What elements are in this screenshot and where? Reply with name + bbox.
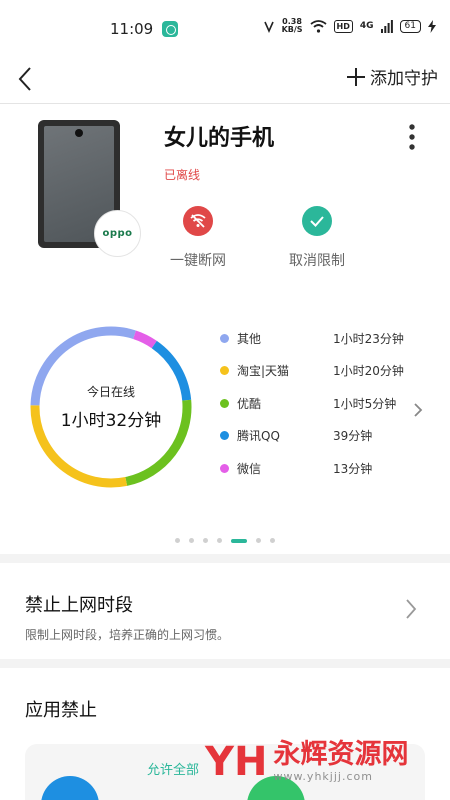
charging-icon — [428, 19, 436, 33]
phone-camera-notch — [75, 129, 83, 137]
disconnect-network-button[interactable]: 一键断网 — [153, 206, 243, 270]
block-time-title: 禁止上网时段 — [25, 595, 133, 616]
block-time-description: 限制上网时段，培养正确的上网习惯。 — [25, 628, 230, 642]
page-dot — [217, 538, 222, 543]
usage-legend: 其他 1小时23分钟淘宝|天猫 1小时20分钟优酷 1小时5分钟腾讯QQ 39分钟微信 1… — [220, 322, 420, 485]
legend-app-time: 1小时5分钟 — [333, 396, 397, 411]
today-online-label: 今日在线 — [86, 385, 135, 399]
watermark: YH 永辉资源网 www.yhkjjj.com — [205, 738, 409, 785]
legend-row: 优酷 1小时5分钟 — [220, 387, 420, 420]
legend-app-name: 优酷 — [237, 396, 262, 411]
back-arrow-icon[interactable] — [14, 64, 38, 94]
allow-all-button[interactable]: 允许全部 — [147, 759, 199, 778]
status-time: 11:09 — [110, 20, 154, 38]
page-dot — [189, 538, 194, 543]
device-status: 已离线 — [164, 168, 201, 182]
plus-icon — [347, 67, 365, 86]
disconnect-network-label: 一键断网 — [170, 253, 226, 269]
legend-dot — [220, 366, 229, 376]
legend-row: 腾讯QQ 39分钟 — [220, 420, 420, 453]
legend-app-time: 1小时20分钟 — [333, 364, 404, 379]
add-guard-label: 添加守护 — [370, 69, 438, 89]
legend-row: 微信 13分钟 — [220, 452, 420, 485]
network-speed-unit: KB/S — [281, 25, 303, 34]
network-type: 4G — [359, 21, 374, 31]
cancel-restriction-button[interactable]: 取消限制 — [272, 206, 362, 270]
device-card: oppo 女儿的手机 已离线 一键断网 取消限制 今日在线 1小时32分钟 其他… — [0, 104, 450, 554]
add-guard-button[interactable]: 添加守护 — [346, 64, 438, 89]
app-icon[interactable] — [41, 776, 99, 800]
brand-logo: oppo — [94, 210, 141, 257]
app-notification-icon — [162, 21, 178, 37]
legend-dot — [220, 333, 229, 343]
status-indicators: 0.38 KB/S HD 4G 61 — [263, 18, 436, 34]
watermark-text: 永辉资源网 — [273, 739, 409, 770]
brand-logo-text: oppo — [102, 228, 133, 239]
legend-app-name: 腾讯QQ — [237, 429, 280, 444]
page-dot — [175, 538, 180, 543]
usage-donut-chart: 今日在线 1小时32分钟 — [30, 326, 192, 488]
disconnect-icon-circle — [183, 206, 213, 236]
page-indicator — [0, 538, 450, 543]
legend-dot — [220, 463, 229, 473]
legend-row: 淘宝|天猫 1小时20分钟 — [220, 355, 420, 388]
wifi-icon — [309, 19, 327, 33]
network-speed: 0.38 KB/S — [282, 18, 303, 34]
watermark-logo: YH — [205, 738, 268, 785]
donut-center: 今日在线 1小时32分钟 — [30, 326, 192, 488]
watermark-url: www.yhkjjj.com — [273, 770, 373, 783]
page-dot — [231, 538, 247, 543]
wifi-off-icon — [183, 206, 213, 236]
block-time-section[interactable]: 禁止上网时段 限制上网时段，培养正确的上网习惯。 — [0, 563, 450, 659]
legend-app-time: 1小时23分钟 — [333, 331, 404, 346]
legend-dot — [220, 398, 229, 408]
cancel-restriction-label: 取消限制 — [289, 253, 345, 269]
page-dot — [270, 538, 275, 543]
cancel-icon-circle — [302, 206, 332, 236]
watermark-text-block: 永辉资源网 www.yhkjjj.com — [273, 739, 409, 784]
device-name: 女儿的手机 — [164, 126, 275, 151]
legend-app-name: 微信 — [237, 461, 262, 476]
legend-app-time: 13分钟 — [333, 461, 373, 476]
legend-dot — [220, 431, 229, 441]
app-block-title: 应用禁止 — [25, 700, 97, 721]
battery-indicator: 61 — [399, 19, 421, 33]
chevron-right-icon — [406, 599, 417, 619]
more-options-icon[interactable] — [404, 122, 420, 152]
page-dot — [203, 538, 208, 543]
legend-app-name: 其他 — [237, 331, 262, 346]
today-online-value: 1小时32分钟 — [60, 411, 162, 431]
legend-app-time: 39分钟 — [333, 429, 373, 444]
page-dot — [256, 538, 261, 543]
legend-app-name: 淘宝|天猫 — [237, 364, 290, 379]
app-header: 添加守护 — [0, 58, 450, 104]
signal-icon — [380, 19, 393, 33]
hd-badge: HD — [333, 19, 353, 33]
legend-row: 其他 1小时23分钟 — [220, 322, 420, 355]
check-icon — [302, 206, 332, 236]
nfc-icon — [263, 21, 274, 33]
status-bar: 11:09 0.38 KB/S HD 4G 61 — [0, 0, 450, 58]
chevron-right-icon[interactable] — [412, 401, 424, 419]
